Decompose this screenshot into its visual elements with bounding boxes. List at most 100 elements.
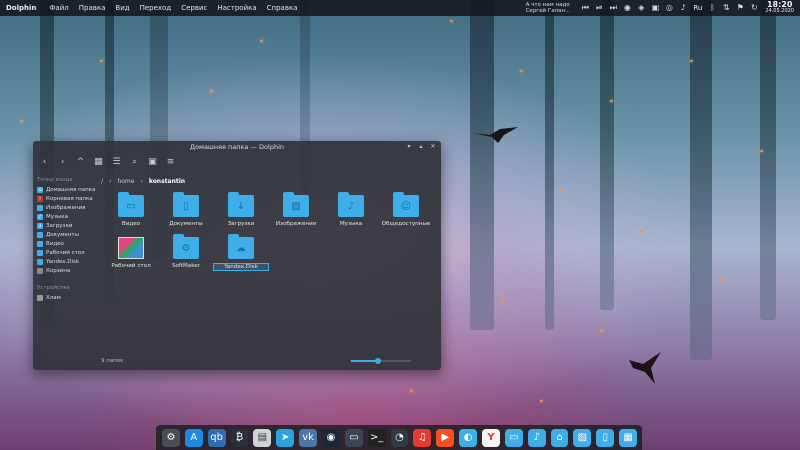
folder-item[interactable]: ⚙ SoftMaker bbox=[158, 234, 214, 269]
telegram-tray-icon[interactable]: ◈ bbox=[636, 3, 646, 13]
folder-item[interactable]: ☁ Yandex.Disk bbox=[213, 234, 269, 271]
play-pause-icon[interactable]: ⏯ bbox=[594, 3, 604, 13]
steam-icon[interactable]: ◉ bbox=[322, 428, 340, 447]
cloud-folder-icon: ☁ bbox=[228, 234, 254, 259]
breadcrumb-root[interactable]: / bbox=[101, 178, 103, 185]
sidebar-item-root[interactable]: ! Корневая папка bbox=[33, 194, 99, 203]
document-folder-icon[interactable]: ▯ bbox=[596, 428, 615, 447]
folder-label: Документы bbox=[169, 221, 203, 227]
network-icon[interactable]: ⇅ bbox=[721, 3, 731, 13]
keyboard-layout[interactable]: Ru bbox=[693, 4, 702, 12]
clock-date: 24.05.2020 bbox=[765, 8, 794, 14]
dock: ⚙ A qb ₿ ▤ ➤ vk ◉ ▭ >_ ◔ ♫ ▶ ◐ Y ▭ ♪ ⌂ ▨… bbox=[156, 425, 642, 450]
home-folder-icon[interactable]: ⌂ bbox=[550, 428, 569, 447]
window-titlebar[interactable]: Домашняя папка — Dolphin ▾ ▴ ✕ bbox=[33, 141, 441, 153]
sidebar-item-music[interactable]: ♪ Музыка bbox=[33, 212, 99, 221]
zoom-slider-handle[interactable] bbox=[375, 358, 381, 364]
sidebar-item-label: Корневая папка bbox=[46, 195, 93, 202]
folder-icon[interactable]: ▭ bbox=[504, 428, 523, 447]
folder-item[interactable]: ☺ Общедоступные bbox=[378, 192, 434, 227]
details-view-icon[interactable]: ☰ bbox=[111, 157, 122, 168]
videos-icon bbox=[37, 240, 43, 247]
sidebar-item-videos[interactable]: Видео bbox=[33, 239, 99, 248]
icons-view-icon[interactable]: ▦ bbox=[93, 157, 104, 168]
app-store-icon[interactable]: A bbox=[184, 428, 203, 447]
bitcoin-icon[interactable]: ₿ bbox=[230, 428, 249, 447]
music-player-icon[interactable]: ♫ bbox=[413, 428, 432, 447]
menu-go[interactable]: Переход bbox=[135, 4, 177, 12]
clipboard-icon[interactable]: ▣ bbox=[650, 3, 660, 13]
menu-icon[interactable]: ≡ bbox=[165, 157, 176, 168]
menu-help[interactable]: Справка bbox=[262, 4, 303, 12]
folder-item[interactable]: ▯ Документы bbox=[158, 192, 214, 227]
breadcrumb-current[interactable]: konstantin bbox=[149, 178, 185, 185]
system-monitor-icon[interactable]: ◔ bbox=[390, 428, 409, 447]
pictures-icon bbox=[37, 204, 43, 211]
folder-item[interactable]: ▭ Видео bbox=[103, 192, 159, 227]
folder-item[interactable]: Рабочий стол bbox=[103, 237, 159, 269]
up-icon[interactable]: ^ bbox=[75, 157, 86, 168]
downloads-icon: ↓ bbox=[37, 222, 43, 229]
sidebar-item-downloads[interactable]: ↓ Загрузки bbox=[33, 221, 99, 230]
folder-item[interactable]: ♪ Музыка bbox=[323, 192, 379, 227]
music-folder-icon[interactable]: ♪ bbox=[527, 428, 546, 447]
sidebar-item-label: Музыка bbox=[46, 213, 68, 220]
vk-icon[interactable]: vk bbox=[299, 428, 318, 447]
breadcrumb-separator-icon: › bbox=[140, 178, 143, 185]
maximize-icon[interactable]: ▴ bbox=[417, 143, 425, 151]
back-icon[interactable]: ‹ bbox=[39, 157, 50, 168]
qbittorrent-icon[interactable]: qb bbox=[207, 428, 226, 447]
sidebar-item-pictures[interactable]: Изображения bbox=[33, 203, 99, 212]
menu-tools[interactable]: Сервис bbox=[176, 4, 212, 12]
steam-tray-icon[interactable]: ◉ bbox=[622, 3, 632, 13]
menu-view[interactable]: Вид bbox=[110, 4, 134, 12]
dolphin-icon[interactable]: ◐ bbox=[459, 428, 478, 447]
now-playing[interactable]: А что нам надо Сергей Галан... bbox=[526, 2, 571, 14]
breadcrumb-home[interactable]: home bbox=[117, 178, 134, 185]
sidebar-item-yandex-disk[interactable]: Yandex.Disk bbox=[33, 257, 99, 266]
updates-icon[interactable]: ↻ bbox=[749, 3, 759, 13]
vpn-icon[interactable]: ◎ bbox=[664, 3, 674, 13]
system-tray: А что нам надо Сергей Галан... ⏮ ⏯ ⏭ ◉ ◈… bbox=[526, 0, 800, 16]
sidebar-item-label: Рабочий стол bbox=[46, 249, 85, 256]
volume-icon[interactable]: ♪ bbox=[678, 3, 688, 13]
previous-icon[interactable]: ⏮ bbox=[580, 3, 590, 13]
printer-icon[interactable]: ▤ bbox=[253, 428, 272, 447]
menu-settings[interactable]: Настройка bbox=[212, 4, 261, 12]
crow-image bbox=[472, 127, 518, 143]
menu-file[interactable]: Файл bbox=[44, 4, 73, 12]
search-icon[interactable]: ⌕ bbox=[129, 157, 140, 168]
sidebar-item-device[interactable]: Хлам bbox=[33, 293, 99, 302]
close-icon[interactable]: ✕ bbox=[429, 143, 437, 151]
zoom-slider[interactable] bbox=[351, 358, 411, 364]
preview-icon[interactable]: ▣ bbox=[147, 157, 158, 168]
sidebar-item-label: Изображения bbox=[46, 204, 86, 211]
trash-icon bbox=[37, 267, 43, 274]
media-player-icon[interactable]: ▶ bbox=[436, 428, 455, 447]
folder-item[interactable]: ↓ Загрузки bbox=[213, 192, 269, 227]
monitor-icon[interactable]: ▭ bbox=[344, 428, 363, 447]
next-icon[interactable]: ⏭ bbox=[608, 3, 618, 13]
clock[interactable]: 18:20 24.05.2020 bbox=[765, 1, 794, 15]
root-folder-icon: ! bbox=[37, 195, 43, 202]
pictures-folder-icon[interactable]: ▨ bbox=[573, 428, 592, 447]
menu-edit[interactable]: Правка bbox=[74, 4, 111, 12]
status-bar-text: 9 папок bbox=[101, 358, 124, 364]
terminal-icon[interactable]: >_ bbox=[367, 428, 386, 447]
yandex-browser-icon[interactable]: Y bbox=[482, 428, 500, 447]
folder-item[interactable]: ▨ Изображения bbox=[268, 192, 324, 227]
sidebar-item-trash[interactable]: Корзина bbox=[33, 266, 99, 275]
app-name[interactable]: Dolphin bbox=[0, 4, 44, 12]
telegram-icon[interactable]: ➤ bbox=[276, 428, 295, 447]
forward-icon[interactable]: › bbox=[57, 157, 68, 168]
sidebar-item-home[interactable]: ⌂ Домашняя папка bbox=[33, 185, 99, 194]
files-folder-icon[interactable]: ▦ bbox=[619, 428, 638, 447]
sidebar-item-documents[interactable]: Документы bbox=[33, 230, 99, 239]
minimize-icon[interactable]: ▾ bbox=[405, 143, 413, 151]
bluetooth-icon[interactable]: ᛒ bbox=[707, 3, 717, 13]
settings-icon[interactable]: ⚙ bbox=[162, 428, 180, 447]
cloud-icon bbox=[37, 258, 43, 265]
notifications-icon[interactable]: ⚑ bbox=[735, 3, 745, 13]
sidebar-item-desktop[interactable]: Рабочий стол bbox=[33, 248, 99, 257]
dolphin-window: Домашняя папка — Dolphin ▾ ▴ ✕ ‹ › ^ ▦ ☰… bbox=[33, 141, 441, 370]
